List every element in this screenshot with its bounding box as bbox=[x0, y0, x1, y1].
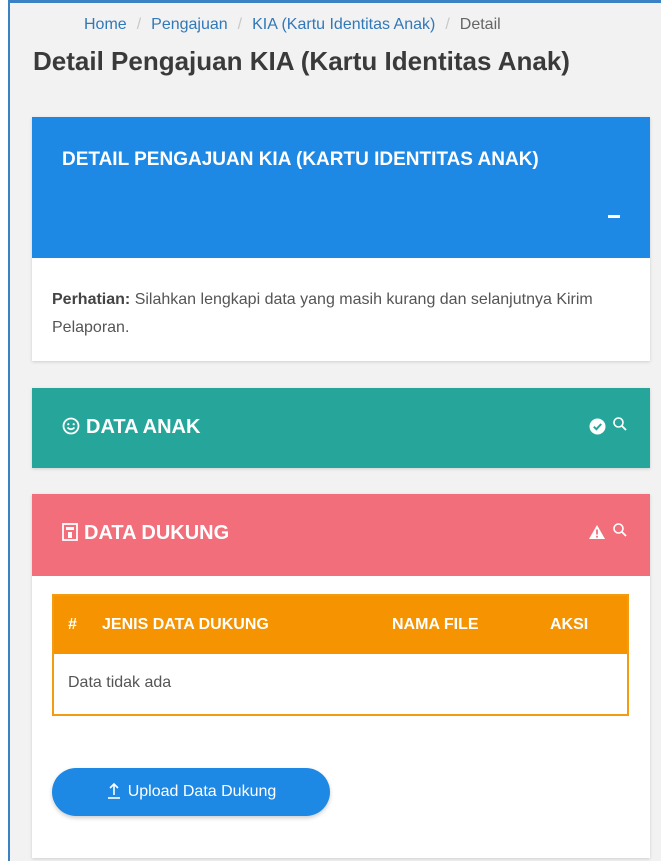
data-anak-title: DATA ANAK bbox=[62, 416, 200, 439]
window-left-border bbox=[0, 0, 10, 861]
breadcrumb-pengajuan[interactable]: Pengajuan bbox=[151, 16, 228, 33]
data-anak-label: DATA ANAK bbox=[86, 416, 201, 438]
upload-icon bbox=[106, 782, 122, 803]
breadcrumb-kia[interactable]: KIA (Kartu Identitas Anak) bbox=[252, 16, 435, 33]
collapse-icon[interactable] bbox=[608, 215, 620, 218]
page-title: Detail Pengajuan KIA (Kartu Identitas An… bbox=[33, 46, 570, 76]
table-empty-row: Data tidak ada bbox=[54, 654, 627, 712]
search-icon[interactable] bbox=[612, 416, 630, 434]
window-top-border bbox=[0, 0, 661, 3]
notice-label: Perhatian: bbox=[52, 291, 131, 308]
data-dukung-title: DATA DUKUNG bbox=[62, 522, 229, 545]
column-header-aksi: AKSI bbox=[550, 616, 589, 633]
column-header-nama-file: NAMA FILE bbox=[392, 616, 479, 633]
breadcrumb-separator: / bbox=[136, 16, 142, 33]
data-dukung-table: # JENIS DATA DUKUNG NAMA FILE AKSI Data … bbox=[52, 594, 629, 716]
breadcrumb-current: Detail bbox=[459, 16, 501, 33]
data-dukung-header[interactable]: DATA DUKUNG bbox=[32, 494, 650, 576]
column-header-number: # bbox=[68, 616, 77, 633]
smile-icon bbox=[62, 416, 80, 439]
table-header: # JENIS DATA DUKUNG NAMA FILE AKSI bbox=[54, 596, 627, 654]
column-header-jenis: JENIS DATA DUKUNG bbox=[102, 616, 269, 633]
breadcrumb-separator: / bbox=[237, 16, 243, 33]
breadcrumb-separator: / bbox=[445, 16, 450, 33]
breadcrumb: Home / Pengajuan / KIA (Kartu Identitas Anak… bbox=[84, 16, 661, 34]
warning-icon bbox=[588, 524, 606, 544]
notice-text: Perhatian: Silahkan lengkapi data yang m… bbox=[32, 258, 650, 342]
file-icon bbox=[62, 522, 78, 545]
check-circle-icon bbox=[589, 418, 606, 439]
empty-message: Data tidak ada bbox=[68, 674, 172, 691]
upload-data-dukung-button[interactable]: Upload Data Dukung bbox=[52, 768, 330, 816]
breadcrumb-home[interactable]: Home bbox=[84, 16, 127, 33]
data-dukung-panel: DATA DUKUNG # JENIS DATA DUKUNG NAMA FIL… bbox=[32, 494, 650, 858]
detail-card-header: DETAIL PENGAJUAN KIA (KARTU IDENTITAS AN… bbox=[32, 117, 650, 258]
data-anak-panel[interactable]: DATA ANAK bbox=[32, 388, 650, 468]
notice-message: Silahkan lengkapi data yang masih kurang… bbox=[52, 291, 593, 336]
data-dukung-label: DATA DUKUNG bbox=[84, 522, 230, 544]
detail-card-title: DETAIL PENGAJUAN KIA (KARTU IDENTITAS AN… bbox=[62, 149, 539, 170]
search-icon[interactable] bbox=[612, 522, 630, 540]
upload-button-label: Upload Data Dukung bbox=[127, 783, 277, 800]
detail-card: DETAIL PENGAJUAN KIA (KARTU IDENTITAS AN… bbox=[32, 117, 650, 361]
